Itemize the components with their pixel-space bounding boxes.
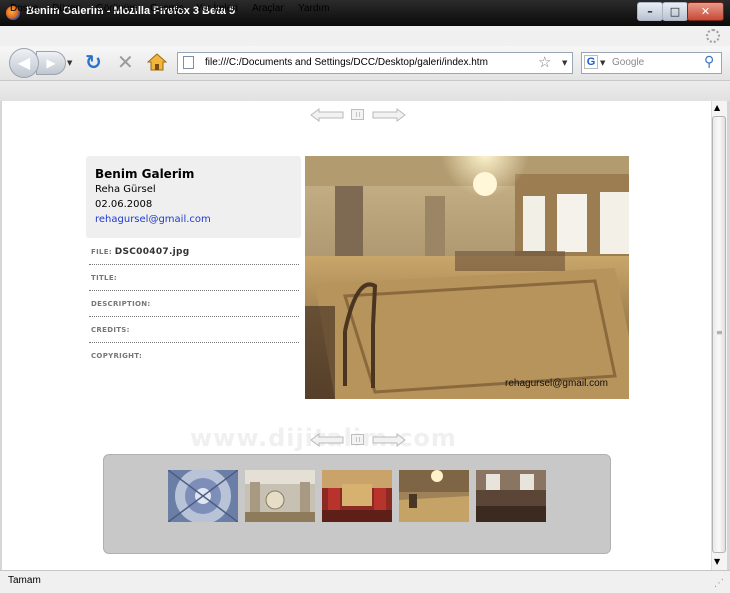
forward-arrow-icon: ▶: [46, 56, 56, 70]
forward-button[interactable]: ▶: [36, 51, 66, 75]
thumbnail-carpet-hall[interactable]: [399, 470, 469, 522]
menu-gorunum[interactable]: Görünüm: [96, 3, 138, 14]
gallery-author: Reha Gürsel: [95, 184, 156, 195]
meta-credits-label: CREDITS:: [91, 326, 130, 334]
thumbnail-red-throne-room[interactable]: [322, 470, 392, 522]
address-dropdown-icon[interactable]: ▼: [562, 59, 567, 67]
activity-throbber-icon: [706, 29, 720, 43]
menu-bar: [0, 26, 730, 47]
google-icon[interactable]: G: [584, 55, 598, 69]
thumbnail-dome-ceiling[interactable]: [168, 470, 238, 522]
page-icon: [183, 56, 194, 69]
menu-araclar[interactable]: Araçlar: [252, 3, 284, 14]
thumbnail-dark-salon[interactable]: [476, 470, 546, 522]
back-button[interactable]: ◀: [9, 48, 39, 78]
star-icon[interactable]: ☆: [538, 53, 551, 71]
meta-file-value: DSC00407.jpg: [114, 247, 190, 257]
minimize-button[interactable]: –: [637, 2, 663, 21]
photo-credit-watermark: rehagursel@gmail.com: [505, 378, 608, 389]
status-bar: [0, 570, 730, 593]
thumbnail-chandelier-hall[interactable]: [245, 470, 315, 522]
home-icon[interactable]: [146, 53, 168, 71]
status-text: Tamam: [8, 575, 41, 586]
divider: [89, 264, 299, 265]
divider: [89, 316, 299, 317]
gallery-date: 02.06.2008: [95, 199, 153, 210]
resize-grip-icon[interactable]: ⋰: [714, 578, 724, 589]
meta-file-label: FILE: DSC00407.jpg: [91, 247, 190, 257]
close-button[interactable]: ✕: [687, 2, 724, 21]
meta-description-label: DESCRIPTION:: [91, 300, 151, 308]
menu-dosya[interactable]: Dosya: [10, 3, 38, 14]
back-arrow-icon: ◀: [17, 53, 31, 72]
search-engine-dropdown-icon[interactable]: ▼: [600, 59, 605, 67]
main-photo[interactable]: [305, 156, 629, 399]
address-bar-url[interactable]: file:///C:/Documents and Settings/DCC/De…: [205, 57, 488, 68]
meta-title-label: TITLE:: [91, 274, 117, 282]
divider: [89, 342, 299, 343]
slideshow-stop-icon[interactable]: [351, 109, 364, 120]
previous-image-arrow-icon[interactable]: [310, 433, 344, 447]
previous-image-arrow-icon[interactable]: [310, 108, 344, 122]
next-image-arrow-icon[interactable]: [372, 433, 406, 447]
search-placeholder[interactable]: Google: [612, 57, 644, 68]
next-image-arrow-icon[interactable]: [372, 108, 406, 122]
menu-gecmis[interactable]: Geçmiş: [150, 3, 184, 14]
reload-icon[interactable]: ↻: [85, 52, 102, 72]
scroll-up-icon[interactable]: ▲: [714, 103, 720, 112]
magnifier-icon[interactable]: ⚲: [704, 54, 714, 70]
maximize-button[interactable]: □: [662, 2, 688, 21]
bookmarks-toolbar: [0, 81, 730, 102]
scroll-down-icon[interactable]: ▼: [714, 557, 720, 566]
slideshow-stop-icon[interactable]: [351, 434, 364, 445]
meta-copyright-label: COPYRIGHT:: [91, 352, 143, 360]
gallery-email-link[interactable]: rehagursel@gmail.com: [95, 214, 211, 225]
stop-icon[interactable]: ✕: [117, 52, 134, 72]
scrollbar-grip-icon: ≡: [716, 328, 723, 337]
history-dropdown-icon[interactable]: ▼: [67, 59, 72, 67]
menu-yardim[interactable]: Yardım: [298, 3, 330, 14]
menu-duzen[interactable]: Düzen: [52, 3, 81, 14]
menu-yer-imleri[interactable]: Yer İmleri: [196, 3, 238, 14]
gallery-title: Benim Galerim: [95, 167, 195, 181]
divider: [89, 290, 299, 291]
